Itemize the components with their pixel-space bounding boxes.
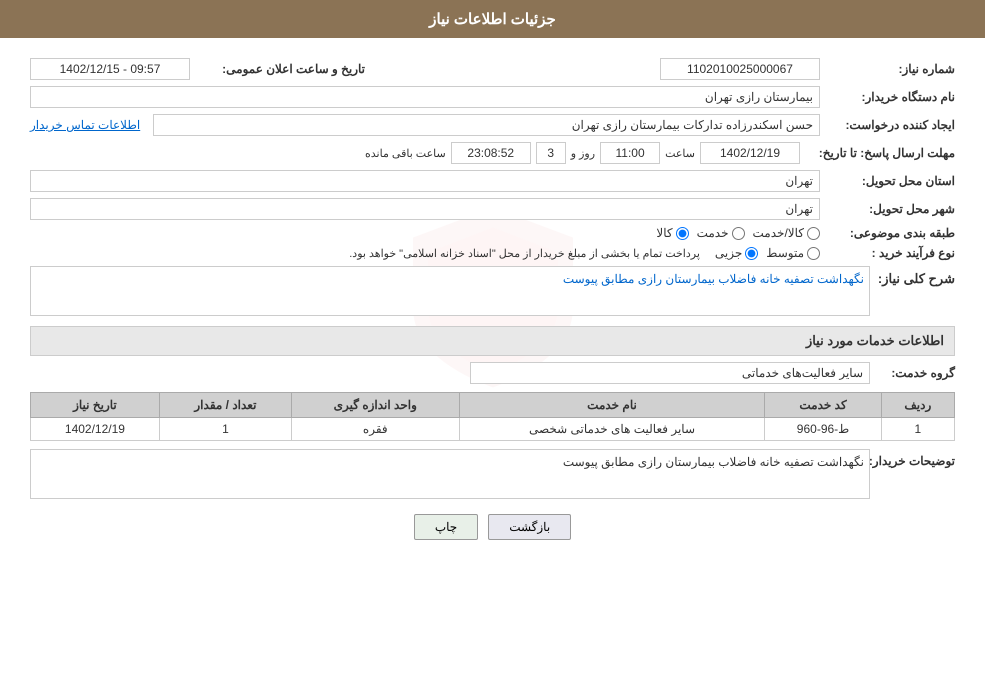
col-tedad: تعداد / مقدار xyxy=(159,393,291,418)
radio-jazii: جزیی xyxy=(715,246,758,260)
mohlat-label: مهلت ارسال پاسخ: تا تاریخ: xyxy=(805,146,955,160)
contact-link[interactable]: اطلاعات تماس خریدار xyxy=(30,118,140,132)
radio-jazii-input[interactable] xyxy=(745,247,758,260)
mohlat-date: 1402/12/19 xyxy=(700,142,800,164)
nam-dastgah-label: نام دستگاه خریدار: xyxy=(825,90,955,104)
ejad-label: ایجاد کننده درخواست: xyxy=(825,118,955,132)
row-shahr: شهر محل تحویل: تهران xyxy=(30,198,955,220)
row-mohlat: مهلت ارسال پاسخ: تا تاریخ: 1402/12/19 سا… xyxy=(30,142,955,164)
radio-motovaset-label: متوسط xyxy=(766,246,804,260)
radio-motovaset: متوسط xyxy=(766,246,820,260)
col-nam: نام خدمت xyxy=(459,393,765,418)
btn-row: بازگشت چاپ xyxy=(30,514,955,540)
tabaqe-radio-group: کالا/خدمت خدمت کالا xyxy=(656,226,820,240)
col-tarikh: تاریخ نیاز xyxy=(31,393,160,418)
row-ejad: ایجاد کننده درخواست: حسن اسکندرزاده تدار… xyxy=(30,114,955,136)
tosih-row: توضیحات خریدار: xyxy=(30,449,955,499)
mohlat-baqi-label: ساعت باقی مانده xyxy=(365,147,446,160)
mohlat-rooz-label: روز و xyxy=(571,147,595,160)
radio-kala-label: کالا xyxy=(656,226,672,240)
radio-khadamat-label: خدمت xyxy=(697,226,729,240)
tarikh-value: 1402/12/15 - 09:57 xyxy=(30,58,190,80)
group-row: گروه خدمت: سایر فعالیت‌های خدماتی xyxy=(30,362,955,384)
table-row: 1ط-96-960سایر فعالیت های خدماتی شخصیفقره… xyxy=(31,418,955,441)
page-title: جزئیات اطلاعات نیاز xyxy=(429,11,556,28)
mohlat-baqi-value: 23:08:52 xyxy=(451,142,531,164)
radio-kala-khadamat-label: کالا/خدمت xyxy=(753,226,804,240)
info-header: اطلاعات خدمات مورد نیاز xyxy=(30,326,955,356)
mohlat-saat-label: ساعت xyxy=(665,147,695,160)
group-label: گروه خدمت: xyxy=(875,366,955,380)
ostan-label: استان محل تحویل: xyxy=(825,174,955,188)
col-kod: کد خدمت xyxy=(765,393,881,418)
form-section: شماره نیاز: 1102010025000067 تاریخ و ساع… xyxy=(30,58,955,540)
radio-kala-input[interactable] xyxy=(676,227,689,240)
mohlat-rooz: 3 xyxy=(536,142,566,164)
tarikh-label: تاریخ و ساعت اعلان عمومی: xyxy=(195,62,365,76)
sharh-label: شرح کلی نیاز: xyxy=(875,266,955,287)
mohlat-saat: 11:00 xyxy=(600,142,660,164)
shahr-label: شهر محل تحویل: xyxy=(825,202,955,216)
row-noue: نوع فرآیند خرید : متوسط جزیی پرداخت تمام… xyxy=(30,246,955,260)
radio-kala: کالا xyxy=(656,226,688,240)
services-table: ردیف کد خدمت نام خدمت واحد اندازه گیری ت… xyxy=(30,392,955,441)
col-vahed: واحد اندازه گیری xyxy=(291,393,459,418)
back-button[interactable]: بازگشت xyxy=(488,514,571,540)
tosih-textarea[interactable] xyxy=(30,449,870,499)
ejad-value: حسن اسکندرزاده تدارکات بیمارستان رازی ته… xyxy=(153,114,820,136)
row-shomara-tarikh: شماره نیاز: 1102010025000067 تاریخ و ساع… xyxy=(30,58,955,80)
noue-process-text: پرداخت تمام یا بخشی از مبلغ خریدار از مح… xyxy=(30,247,700,260)
radio-khadamat-input[interactable] xyxy=(732,227,745,240)
ostan-value: تهران xyxy=(30,170,820,192)
radio-kala-khadamat-input[interactable] xyxy=(807,227,820,240)
row-nam-dastgah: نام دستگاه خریدار: بیمارستان رازی تهران xyxy=(30,86,955,108)
main-content: AnaТender شماره نیاز: 1102010025000067 ت… xyxy=(0,53,985,545)
row-tabaqe: طبقه بندی موضوعی: کالا/خدمت خدمت کالا xyxy=(30,226,955,240)
nam-dastgah-value: بیمارستان رازی تهران xyxy=(30,86,820,108)
radio-motovaset-input[interactable] xyxy=(807,247,820,260)
group-value: سایر فعالیت‌های خدماتی xyxy=(470,362,870,384)
noue-radio-group: متوسط جزیی xyxy=(715,246,820,260)
noue-label: نوع فرآیند خرید : xyxy=(825,246,955,260)
print-button[interactable]: چاپ xyxy=(414,514,478,540)
shahr-value: تهران xyxy=(30,198,820,220)
tabaqe-label: طبقه بندی موضوعی: xyxy=(825,226,955,240)
sharh-textarea[interactable] xyxy=(30,266,870,316)
row-ostan: استان محل تحویل: تهران xyxy=(30,170,955,192)
shomara-niaz-value: 1102010025000067 xyxy=(660,58,820,80)
radio-jazii-label: جزیی xyxy=(715,246,742,260)
tosih-label: توضیحات خریدار: xyxy=(875,449,955,468)
shomara-niaz-label: شماره نیاز: xyxy=(825,62,955,76)
radio-khadamat: خدمت xyxy=(697,226,745,240)
sharh-row: شرح کلی نیاز: xyxy=(30,266,955,316)
table-header-row: ردیف کد خدمت نام خدمت واحد اندازه گیری ت… xyxy=(31,393,955,418)
radio-kala-khadamat: کالا/خدمت xyxy=(753,226,820,240)
col-radif: ردیف xyxy=(881,393,954,418)
page-wrapper: جزئیات اطلاعات نیاز AnaТender شماره نیاز… xyxy=(0,0,985,691)
page-header: جزئیات اطلاعات نیاز xyxy=(0,0,985,38)
